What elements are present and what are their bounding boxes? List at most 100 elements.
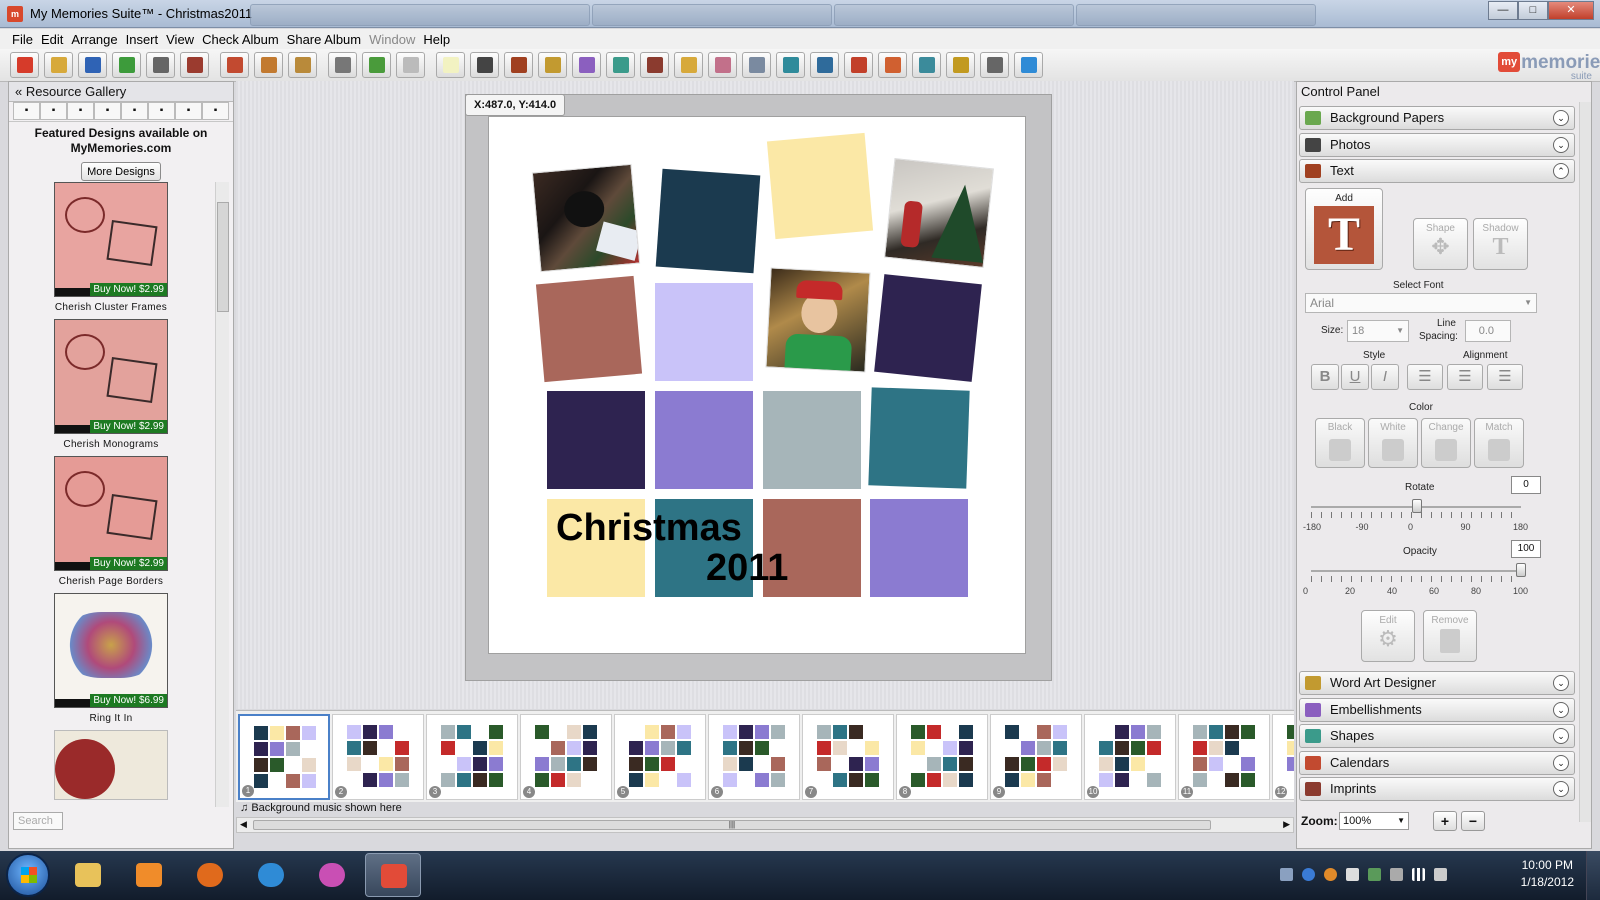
clock[interactable]: 10:00 PM 1/18/2012 — [1521, 857, 1574, 891]
avast-icon[interactable] — [1324, 868, 1337, 881]
album-page[interactable]: Christmas 2011 — [488, 116, 1026, 654]
shadow-text-button[interactable]: Shadow T — [1473, 218, 1528, 270]
export-button[interactable] — [776, 52, 805, 78]
menu-view[interactable]: View — [162, 32, 198, 47]
color-square-violet[interactable] — [655, 391, 753, 489]
color-square-plum[interactable] — [874, 274, 982, 382]
page-filmstrip[interactable]: 1 2 3 4 5 6 7 8 9 10 11 12 — [236, 710, 1294, 802]
color-square-gray[interactable] — [763, 391, 861, 489]
design-thumbnail[interactable]: Buy Now! $6.99 — [54, 593, 168, 708]
section-calendars[interactable]: Calendars ⌄ — [1299, 750, 1575, 775]
section-photos[interactable]: Photos ⌄ — [1299, 132, 1575, 157]
undo-button[interactable] — [362, 52, 391, 78]
sync-icon[interactable] — [1302, 868, 1315, 881]
color-square-navy[interactable] — [655, 168, 761, 274]
design-item[interactable]: Buy Now! $2.99 Cherish Monograms — [54, 319, 168, 450]
redo-button[interactable] — [396, 52, 425, 78]
network-icon[interactable] — [1280, 868, 1293, 881]
camera-button[interactable] — [470, 52, 499, 78]
chevron-down-icon[interactable]: ⌄ — [1553, 728, 1569, 744]
layout-button[interactable] — [844, 52, 873, 78]
bold-button[interactable]: B — [1311, 364, 1339, 390]
page-title-year[interactable]: 2011 — [706, 547, 788, 590]
shape-text-button[interactable]: Shape ✥ — [1413, 218, 1468, 270]
hand-button[interactable] — [708, 52, 737, 78]
chevron-down-icon[interactable]: ⌄ — [1553, 754, 1569, 771]
section-background-papers[interactable]: Background Papers ⌄ — [1299, 106, 1575, 130]
filmstrip-page[interactable]: 5 — [614, 714, 706, 800]
display-icon[interactable] — [1390, 868, 1403, 881]
opacity-slider[interactable] — [1311, 570, 1521, 572]
filmstrip-page[interactable]: 2 — [332, 714, 424, 800]
taskbar-internet-explorer[interactable] — [243, 853, 299, 897]
filmstrip-page[interactable]: 6 — [708, 714, 800, 800]
close-button[interactable]: ✕ — [1548, 1, 1594, 20]
design-item[interactable]: Buy Now! $2.99 Cherish Cluster Frames — [54, 182, 168, 313]
start-button[interactable] — [6, 853, 50, 897]
word-art-button[interactable] — [538, 52, 567, 78]
resource-gallery-header[interactable]: « Resource Gallery — [9, 82, 233, 102]
minimize-button[interactable]: — — [1488, 1, 1518, 20]
clipboard-button[interactable] — [288, 52, 317, 78]
gallery-tab-film-icon[interactable]: ▪ — [121, 102, 148, 120]
align-center-button[interactable]: ☰ — [1447, 364, 1483, 390]
add-page-button[interactable] — [436, 52, 465, 78]
align-right-button[interactable]: ☰ — [1487, 364, 1523, 390]
zoom-out-button[interactable]: − — [1461, 811, 1485, 831]
buy-now-badge[interactable]: Buy Now! $2.99 — [90, 283, 167, 296]
filmstrip-page[interactable]: 3 — [426, 714, 518, 800]
gallery-search-input[interactable]: Search — [13, 812, 63, 830]
maximize-button[interactable]: □ — [1518, 1, 1548, 20]
chevron-down-icon[interactable]: ⌄ — [1553, 110, 1569, 126]
section-text[interactable]: Text ⌃ — [1299, 159, 1575, 183]
menu-insert[interactable]: Insert — [122, 32, 163, 47]
help-button[interactable] — [1014, 52, 1043, 78]
flag-icon[interactable] — [1346, 868, 1359, 881]
buy-now-badge[interactable]: Buy Now! $2.99 — [90, 420, 167, 433]
design-item[interactable]: Buy Now! $2.99 Cherish Page Borders — [54, 456, 168, 587]
filmstrip-scrollbar[interactable]: ◀ ||| ▶ — [236, 817, 1294, 833]
gallery-tab-word-art-icon[interactable]: ▪ — [202, 102, 229, 120]
text-button[interactable] — [504, 52, 533, 78]
design-thumbnail[interactable]: Buy Now! $2.99 — [54, 456, 168, 571]
save-button[interactable] — [78, 52, 107, 78]
page-title-christmas[interactable]: Christmas — [556, 507, 742, 550]
color-change-button[interactable]: Change — [1421, 418, 1471, 468]
tools-button[interactable] — [328, 52, 357, 78]
grid-button[interactable] — [912, 52, 941, 78]
background-window-tab[interactable] — [1076, 4, 1316, 26]
section-imprints[interactable]: Imprints ⌄ — [1299, 777, 1575, 801]
background-music-bar[interactable]: ♫ Background music shown here — [236, 802, 1294, 816]
taskbar-picasa[interactable] — [304, 853, 360, 897]
photo-santa-hat[interactable] — [765, 267, 871, 373]
app-icon[interactable]: m — [7, 6, 23, 22]
publish-button[interactable] — [810, 52, 839, 78]
zoom-select[interactable]: 100% ▼ — [1339, 812, 1409, 830]
filmstrip-page[interactable]: 7 — [802, 714, 894, 800]
gallery-tab-embellishment-icon[interactable]: ▪ — [67, 102, 94, 120]
color-square-rose[interactable] — [535, 275, 643, 383]
gallery-tab-paper-icon[interactable]: ▪ — [175, 102, 202, 120]
size-select[interactable]: 18 ▼ — [1347, 320, 1409, 342]
design-thumbnail[interactable]: Buy Now! $2.99 — [54, 182, 168, 297]
gallery-tab-layout-icon[interactable]: ▪ — [148, 102, 175, 120]
chevron-down-icon[interactable]: ⌄ — [1553, 675, 1569, 691]
cut-button[interactable] — [180, 52, 209, 78]
buy-now-badge[interactable]: Buy Now! $2.99 — [90, 557, 167, 570]
buy-now-badge[interactable]: Buy Now! $6.99 — [90, 694, 167, 707]
color-square-plum[interactable] — [547, 391, 645, 489]
dvd-button[interactable] — [946, 52, 975, 78]
design-item[interactable]: Buy Now! $6.99 Ring It In — [54, 593, 168, 724]
scroll-right-arrow[interactable]: ▶ — [1283, 819, 1290, 830]
add-text-button[interactable]: Add T — [1305, 188, 1383, 270]
music-button[interactable] — [742, 52, 771, 78]
taskbar-my-memories[interactable] — [365, 853, 421, 897]
gallery-scroll-thumb[interactable] — [217, 202, 229, 312]
filmstrip-page[interactable]: 4 — [520, 714, 612, 800]
background-window-tab[interactable] — [592, 4, 832, 26]
filmstrip-page[interactable]: 12 — [1272, 714, 1294, 800]
align-left-button[interactable]: ☰ — [1407, 364, 1443, 390]
open-button[interactable] — [44, 52, 73, 78]
section-embellishments[interactable]: Embellishments ⌄ — [1299, 697, 1575, 722]
film-button[interactable] — [640, 52, 669, 78]
